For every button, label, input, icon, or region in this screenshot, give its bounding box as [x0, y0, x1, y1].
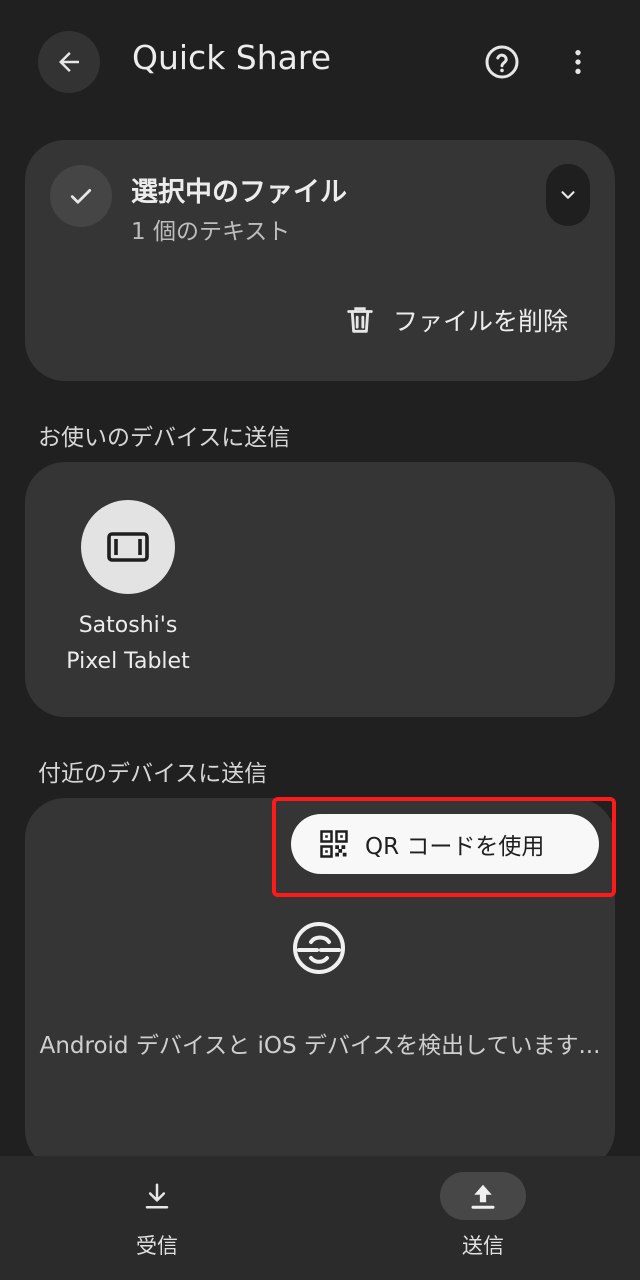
quick-share-scanning-icon — [293, 922, 345, 974]
nav-send-pill — [440, 1172, 526, 1220]
scanning-status-text: Android デバイスと iOS デバイスを検出しています... — [39, 1033, 601, 1059]
device-name: Satoshi's Pixel Tablet — [66, 613, 190, 674]
selected-check — [50, 165, 112, 227]
delete-files-label: ファイルを削除 — [393, 307, 569, 336]
page-title: Quick Share — [132, 38, 332, 77]
arrow-left-icon — [59, 52, 79, 72]
back-button[interactable] — [38, 31, 100, 93]
trash-icon — [347, 307, 373, 333]
qr-button-highlight — [272, 797, 616, 897]
selected-files-title: 選択中のファイル — [131, 177, 347, 208]
nav-receive-pill — [114, 1172, 200, 1220]
help-circle-icon — [485, 45, 519, 79]
bottom-navigation: 受信 送信 — [0, 1156, 640, 1280]
check-icon — [70, 189, 92, 204]
device-item[interactable]: Satoshi's Pixel Tablet — [55, 500, 201, 680]
nav-receive-label: 受信 — [136, 1234, 178, 1258]
more-options-button[interactable] — [556, 40, 600, 84]
your-devices-card: Satoshi's Pixel Tablet — [25, 462, 615, 717]
selected-files-card: 選択中のファイル 1 個のテキスト ファイルを削除 — [25, 140, 615, 381]
expand-files-button[interactable] — [546, 164, 590, 226]
device-avatar — [81, 500, 175, 594]
chevron-down-icon — [561, 191, 575, 199]
app-bar: Quick Share — [0, 0, 640, 124]
nearby-devices-heading: 付近のデバイスに送信 — [38, 761, 268, 787]
tablet-icon — [107, 532, 149, 562]
help-button[interactable] — [480, 40, 524, 84]
nav-send-label: 送信 — [462, 1234, 504, 1258]
more-vert-icon — [575, 50, 581, 74]
your-devices-heading: お使いのデバイスに送信 — [38, 425, 291, 451]
download-icon — [145, 1183, 169, 1209]
nav-send[interactable]: 送信 — [403, 1172, 563, 1260]
upload-icon — [471, 1184, 495, 1209]
selected-files-count: 1 個のテキスト — [131, 219, 291, 245]
delete-files-button[interactable]: ファイルを削除 — [343, 298, 568, 342]
nav-receive[interactable]: 受信 — [77, 1172, 237, 1260]
